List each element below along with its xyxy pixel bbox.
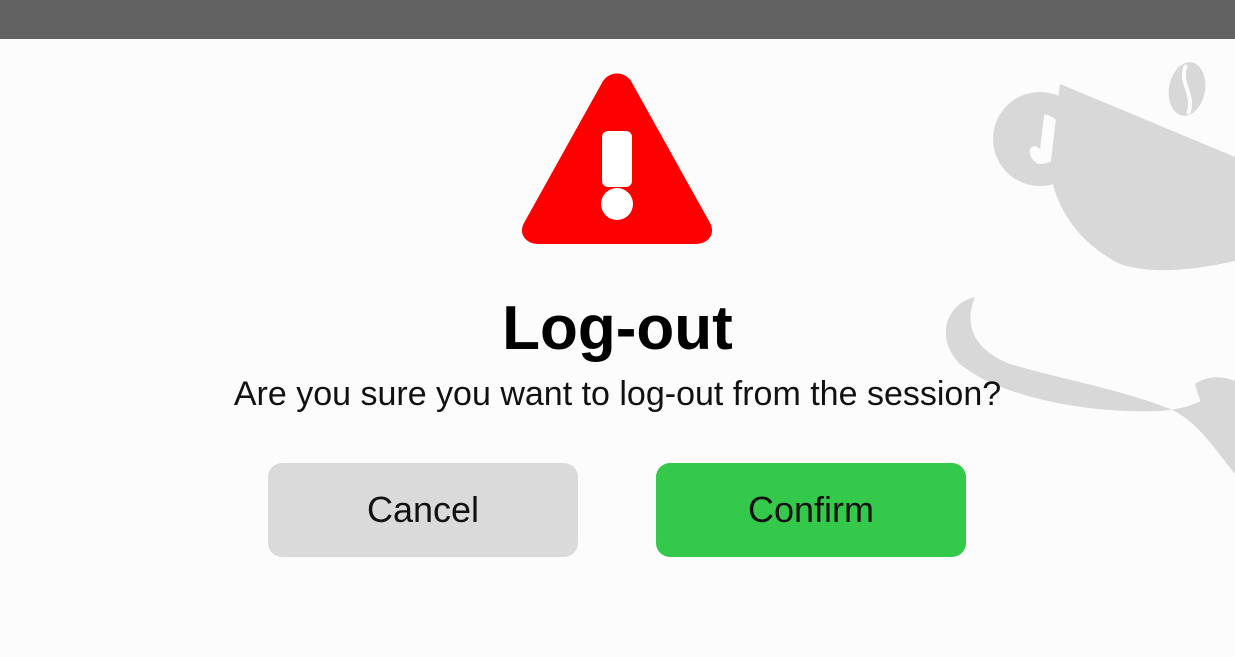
coffee-bean-crease <box>1182 64 1192 115</box>
top-bar <box>0 0 1235 39</box>
cancel-button[interactable]: Cancel <box>268 463 578 557</box>
logout-dialog: Log-out Are you sure you want to log-out… <box>0 39 1235 657</box>
cup-handle-ring <box>993 92 1087 186</box>
coffee-bean-shape <box>1168 62 1206 116</box>
dialog-title: Log-out <box>502 294 733 363</box>
warning-triangle-icon <box>521 73 713 244</box>
confirm-button[interactable]: Confirm <box>656 463 966 557</box>
cup-body-shape <box>1050 84 1235 271</box>
exclamation-bar <box>602 131 632 187</box>
cup-handle-shape <box>1002 106 1050 179</box>
dialog-message: Are you sure you want to log-out from th… <box>233 375 1002 413</box>
exclamation-dot <box>601 188 633 220</box>
